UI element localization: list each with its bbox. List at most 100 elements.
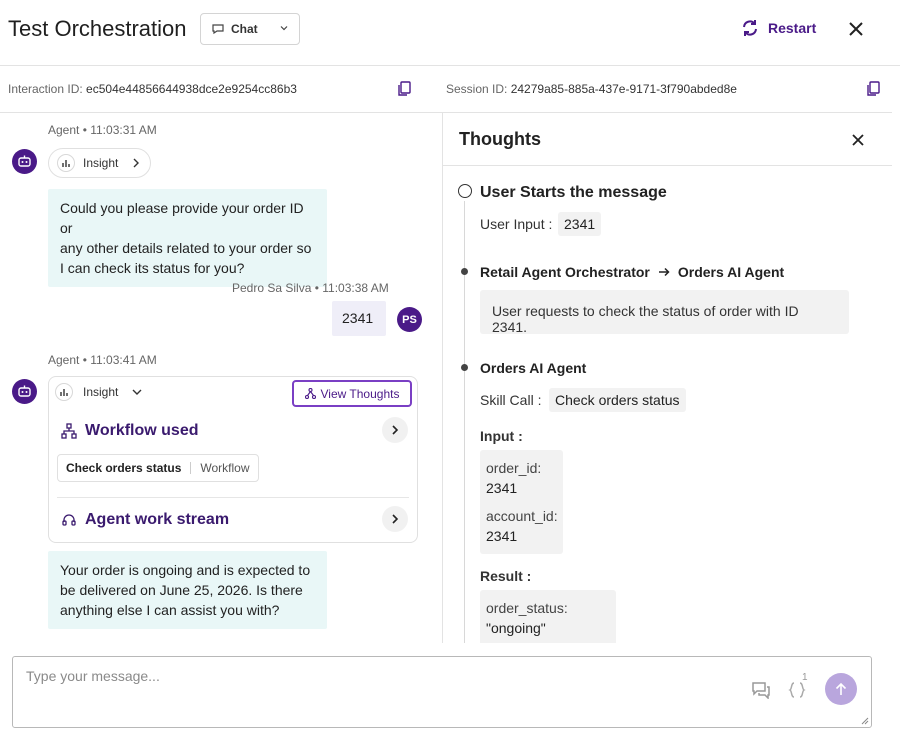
flow-icon [304, 388, 316, 399]
insight-card: Insight View Thoughts Workflow used Chec… [48, 376, 418, 543]
interaction-id: Interaction ID: ec504e44856644938dce2e92… [8, 82, 297, 96]
refresh-icon [743, 20, 757, 36]
mode-select[interactable]: Chat [200, 13, 300, 45]
work-stream-expand-button[interactable] [382, 506, 408, 532]
bar-chart-icon [57, 154, 75, 172]
page-title: Test Orchestration [8, 16, 187, 41]
chat-history-icon[interactable] [751, 681, 771, 699]
session-id-label: Session ID: [446, 82, 508, 96]
interaction-id-label: Interaction ID: [8, 82, 83, 96]
interaction-id-value: ec504e44856644938dce2e9254cc86b3 [86, 82, 297, 96]
step-title: User Starts the message [480, 184, 667, 201]
insight-label: Insight [83, 385, 119, 399]
chevron-down-icon [132, 389, 142, 395]
route-from: Retail Agent Orchestrator [480, 264, 650, 280]
param-value: 2341 [486, 528, 518, 544]
chevron-right-icon [392, 425, 399, 435]
bar-chart-icon [55, 383, 73, 401]
variables-icon[interactable] [788, 681, 806, 699]
param-value: 2341 [486, 480, 518, 496]
skill-call-label: Skill Call : [480, 392, 542, 408]
message-input[interactable]: Type your message... 1 [12, 656, 872, 728]
timeline-start-marker [458, 184, 472, 198]
message-meta: Pedro Sa Silva • 11:03:38 AM [232, 281, 389, 295]
view-thoughts-button[interactable]: View Thoughts [292, 380, 412, 407]
input-params: order_id: 2341 account_id: 2341 [480, 450, 563, 554]
result-key: order_status: [486, 600, 568, 616]
workflow-kind: Workflow [200, 461, 250, 475]
close-icon[interactable] [851, 133, 865, 147]
send-button[interactable] [825, 673, 857, 705]
route-to: Orders AI Agent [677, 264, 785, 280]
divider [57, 497, 409, 498]
thoughts-panel: Thoughts User Starts the message User In… [442, 113, 892, 643]
headset-icon [62, 514, 76, 526]
session-id-value: 24279a85-885a-437e-9171-3f790abded8e [510, 82, 737, 96]
close-icon[interactable] [846, 19, 866, 39]
thoughts-header: Thoughts [443, 113, 892, 166]
step-route: Retail Agent Orchestrator Orders AI Agen… [480, 264, 784, 280]
resize-handle-icon[interactable] [861, 717, 869, 725]
chat-panel: Agent • 11:03:31 AM Insight Could you pl… [0, 113, 442, 643]
session-id: Session ID: 24279a85-885a-437e-9171-3f79… [446, 82, 737, 96]
thoughts-title: Thoughts [459, 129, 541, 149]
agent-work-stream-title: Agent work stream [85, 511, 230, 528]
timeline-dot [461, 364, 468, 371]
restart-label: Restart [768, 20, 817, 36]
message-meta: Agent • 11:03:41 AM [48, 353, 157, 367]
user-input-value: 2341 [558, 212, 602, 236]
step-summary: User requests to check the status of ord… [480, 290, 849, 335]
arrow-up-icon [835, 682, 847, 695]
step-title: Orders AI Agent [480, 360, 587, 376]
input-label: Input : [480, 428, 523, 444]
arrow-right-icon [658, 267, 670, 277]
message-line: Your order is ongoing and is expected to [60, 562, 311, 578]
workflow-name: Check orders status [66, 461, 182, 475]
id-bar: Interaction ID: ec504e44856644938dce2e92… [0, 66, 892, 113]
message-line: be delivered on June 25, 2026. Is there [60, 582, 303, 598]
user-input-label: User Input : [480, 216, 553, 232]
message-line: any other details related to your order … [60, 240, 312, 256]
message-line: Could you please provide your order ID o… [60, 200, 304, 236]
variables-count-badge: 1 [802, 672, 808, 683]
view-thoughts-label: View Thoughts [320, 386, 400, 401]
agent-message-bubble: Could you please provide your order ID o… [48, 189, 327, 287]
message-line: I can check its status for you? [60, 260, 245, 276]
agent-message-bubble: Your order is ongoing and is expected to… [48, 551, 327, 629]
hierarchy-icon [61, 423, 77, 439]
param-key: order_id: [486, 460, 542, 476]
result-label: Result : [480, 568, 532, 584]
result-params: order_status: "ongoing" [480, 590, 616, 643]
workflow-used-title: Workflow used [85, 422, 199, 439]
result-value: "ongoing" [486, 620, 546, 636]
message-input-placeholder: Type your message... [26, 668, 160, 684]
agent-work-stream-heading: Agent work stream [61, 511, 229, 529]
restart-button[interactable]: Restart [740, 18, 816, 38]
user-message-bubble: 2341 [332, 301, 386, 336]
divider [190, 462, 192, 474]
timeline-dot [461, 268, 468, 275]
workflow-used-heading: Workflow used [61, 422, 199, 440]
insight-toggle[interactable]: Insight [55, 383, 142, 401]
agent-avatar [12, 149, 37, 174]
param-key: account_id: [486, 508, 558, 524]
copy-icon[interactable] [866, 81, 881, 97]
workflow-tag: Check orders status Workflow [57, 454, 259, 482]
skill-call-value: Check orders status [549, 388, 686, 412]
insight-label: Insight [83, 156, 119, 170]
header: Test Orchestration Chat Restart [0, 0, 900, 66]
chevron-down-icon [280, 26, 288, 31]
insight-toggle[interactable]: Insight [48, 148, 152, 178]
chevron-right-icon [392, 514, 399, 524]
copy-icon[interactable] [397, 81, 412, 97]
workflow-expand-button[interactable] [382, 417, 408, 443]
robot-icon [18, 385, 31, 397]
mode-select-value: Chat [231, 22, 258, 36]
chevron-right-icon [133, 158, 140, 168]
agent-avatar [12, 379, 37, 404]
message-line: anything else I can assist you with? [60, 602, 280, 618]
robot-icon [18, 155, 31, 167]
chat-bubble-icon [212, 24, 224, 35]
message-meta: Agent • 11:03:31 AM [48, 123, 157, 137]
user-avatar: PS [397, 307, 422, 332]
